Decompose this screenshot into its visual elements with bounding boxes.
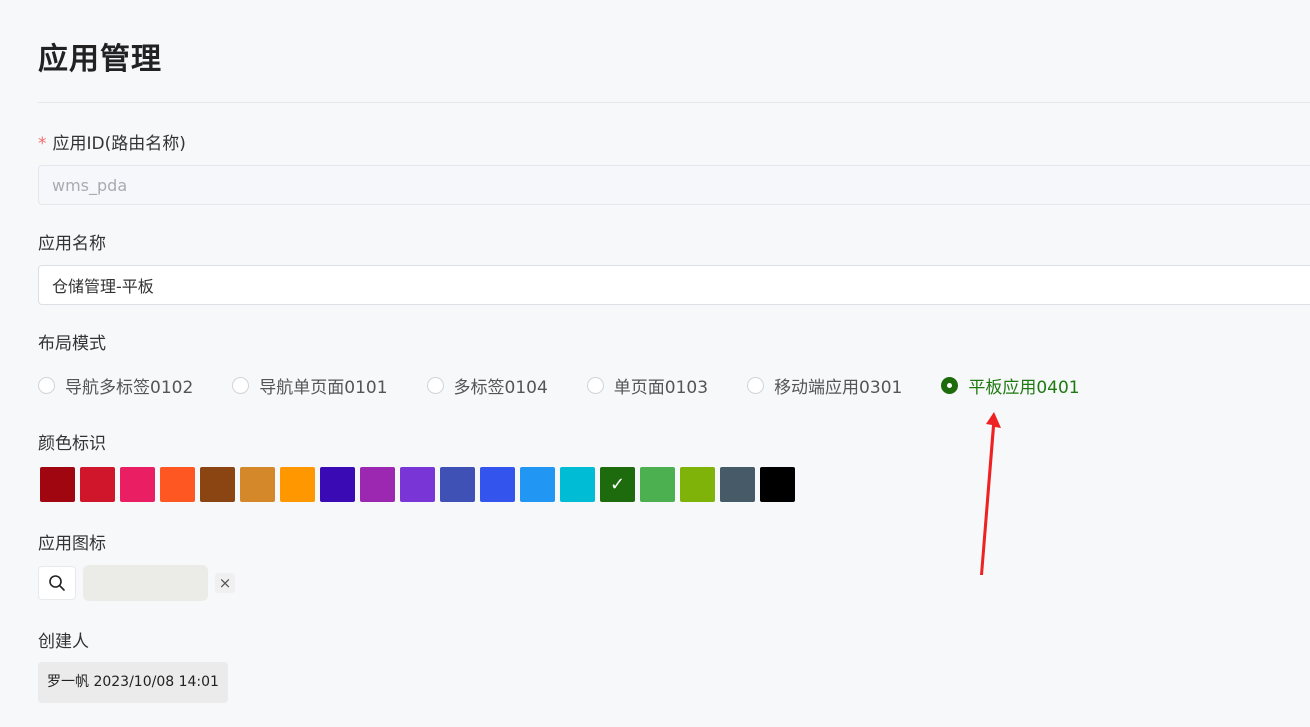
- layout-option-0101[interactable]: 导航单页面0101: [232, 373, 388, 398]
- color-swatch[interactable]: [360, 467, 395, 502]
- app-icon-row: ×: [38, 565, 235, 601]
- color-swatch[interactable]: [280, 467, 315, 502]
- layout-option-0103[interactable]: 单页面0103: [586, 373, 709, 398]
- color-swatch[interactable]: [240, 467, 275, 502]
- layout-option-0104[interactable]: 多标签0104: [426, 373, 548, 398]
- color-swatch[interactable]: [720, 467, 755, 502]
- required-mark: *: [38, 134, 47, 154]
- radio-circle: [586, 376, 604, 394]
- color-swatch-group: ✓: [40, 467, 800, 502]
- color-swatch-selected[interactable]: ✓: [600, 467, 635, 502]
- radio-label: 平板应用0401: [968, 377, 1080, 398]
- icon-search-button[interactable]: [38, 566, 76, 600]
- radio-circle: [38, 376, 55, 394]
- title-divider: [38, 102, 1310, 103]
- app-id-input[interactable]: [38, 165, 1310, 205]
- app-id-label: * 应用ID(路由名称): [38, 129, 186, 154]
- color-swatch[interactable]: [200, 467, 235, 502]
- app-icon-label: 应用图标: [38, 534, 106, 554]
- color-label: 颜色标识: [38, 434, 106, 454]
- color-swatch[interactable]: [400, 467, 435, 502]
- radio-label: 单页面0103: [613, 377, 709, 398]
- color-swatch[interactable]: [160, 467, 195, 502]
- radio-circle: [232, 376, 250, 394]
- color-swatch[interactable]: [760, 467, 795, 502]
- app-name-input[interactable]: [38, 265, 1310, 305]
- radio-label: 移动端应用0301: [774, 377, 903, 398]
- check-icon: ✓: [609, 474, 626, 495]
- radio-label: 导航单页面0101: [259, 377, 388, 398]
- color-swatch[interactable]: [120, 467, 155, 502]
- layout-option-0301[interactable]: 移动端应用0301: [747, 373, 902, 398]
- app-name-label: 应用名称: [38, 234, 106, 254]
- radio-label: 导航多标签0102: [65, 377, 194, 398]
- creator-value: 罗一帆 2023/10/08 14:01: [38, 662, 228, 703]
- color-swatch[interactable]: [480, 467, 515, 502]
- icon-preview-box[interactable]: [83, 565, 208, 601]
- color-swatch[interactable]: [520, 467, 555, 502]
- app-id-label-text: 应用ID(路由名称): [52, 134, 186, 154]
- color-swatch[interactable]: [440, 467, 475, 502]
- radio-circle: [747, 376, 765, 394]
- layout-label: 布局模式: [38, 334, 106, 354]
- color-swatch[interactable]: [680, 467, 715, 502]
- close-icon[interactable]: ×: [215, 573, 235, 593]
- color-swatch[interactable]: [320, 467, 355, 502]
- layout-option-0102[interactable]: 导航多标签0102: [38, 373, 193, 398]
- color-swatch[interactable]: [80, 467, 115, 502]
- radio-label: 多标签0104: [453, 377, 548, 398]
- color-swatch[interactable]: [560, 467, 595, 502]
- creator-label: 创建人: [38, 632, 89, 652]
- search-icon: [49, 575, 65, 591]
- radio-circle-checked: [941, 376, 959, 394]
- layout-option-0401[interactable]: 平板应用0401: [941, 373, 1080, 398]
- page-title: 应用管理: [38, 42, 162, 77]
- radio-circle: [426, 376, 444, 394]
- color-swatch[interactable]: [640, 467, 675, 502]
- layout-radio-group: 导航多标签0102 导航单页面0101 多标签0104 单页面0103 移动端应…: [38, 372, 1119, 398]
- color-swatch[interactable]: [40, 467, 75, 502]
- annotation-arrow: [980, 412, 1001, 575]
